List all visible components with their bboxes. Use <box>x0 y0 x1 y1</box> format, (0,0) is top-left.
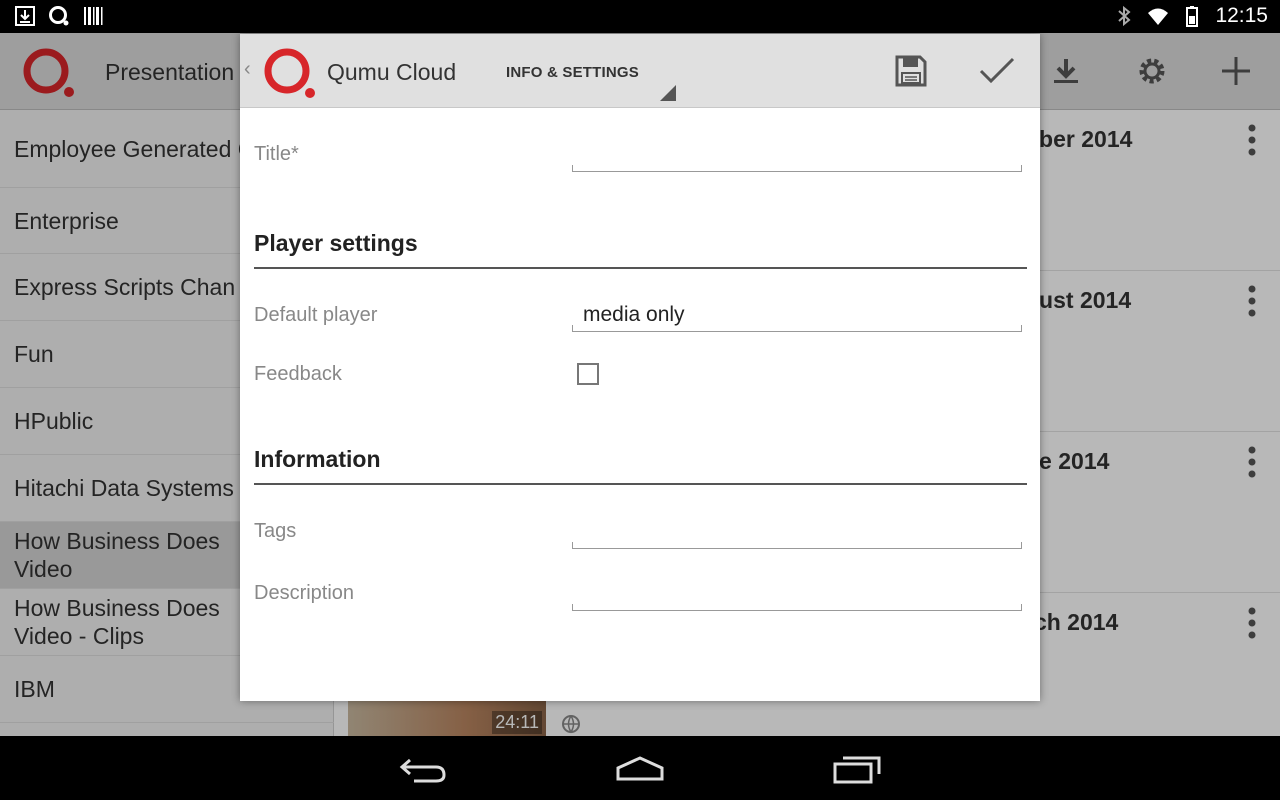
dropdown-triangle-icon[interactable] <box>660 85 676 101</box>
save-icon[interactable] <box>894 54 928 88</box>
download-notification-icon <box>15 6 35 26</box>
feedback-label: Feedback <box>254 363 342 385</box>
player-settings-heading: Player settings <box>254 230 1027 269</box>
done-checkmark-icon[interactable] <box>978 56 1016 86</box>
tags-field[interactable] <box>572 529 1022 549</box>
feedback-checkbox[interactable] <box>577 363 599 385</box>
wifi-icon <box>1148 8 1169 25</box>
description-field[interactable] <box>572 591 1022 611</box>
dialog-app-name: Qumu Cloud <box>327 59 457 85</box>
qumu-notification-icon <box>49 6 69 26</box>
tab-info-settings[interactable]: INFO & SETTINGS <box>506 64 639 81</box>
title-label: Title* <box>254 143 299 165</box>
bluetooth-icon <box>1118 5 1131 27</box>
information-heading: Information <box>254 446 1027 485</box>
back-icon[interactable] <box>398 752 450 786</box>
home-icon[interactable] <box>614 752 666 786</box>
background-app: Presentation Employee Generated Content … <box>0 33 1280 736</box>
title-field[interactable] <box>572 152 1022 172</box>
recent-apps-icon[interactable] <box>831 752 883 786</box>
clock: 12:15 <box>1215 4 1268 27</box>
system-nav-bar <box>0 736 1280 800</box>
status-bar: 12:15 <box>0 0 1280 33</box>
description-label: Description <box>254 582 355 604</box>
back-chevron-icon[interactable]: ‹ <box>244 58 251 81</box>
info-settings-dialog: ‹ Qumu Cloud INFO & SETTINGS Title* Play… <box>240 34 1040 701</box>
dialog-action-bar: ‹ Qumu Cloud INFO & SETTINGS <box>240 34 1040 108</box>
qumu-logo[interactable] <box>260 44 318 100</box>
battery-icon <box>1186 6 1199 27</box>
tags-label: Tags <box>254 520 297 542</box>
barcode-icon <box>84 7 103 25</box>
default-player-field[interactable]: media only <box>572 303 1022 332</box>
default-player-label: Default player <box>254 304 378 326</box>
